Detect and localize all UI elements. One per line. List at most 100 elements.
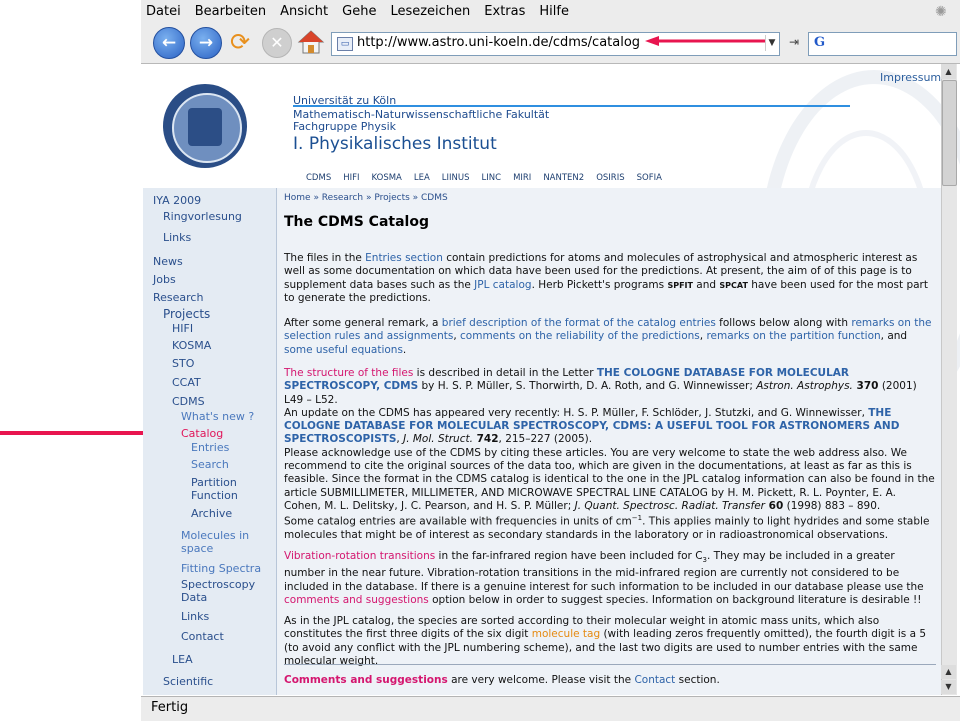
comments-link[interactable]: Comments and suggestions	[284, 674, 448, 686]
comments-suggestions-link[interactable]: comments and suggestions	[284, 594, 429, 606]
sidebar-item-partition[interactable]: Partition Function	[191, 476, 238, 502]
google-search-icon[interactable]: G	[814, 35, 832, 51]
content-divider	[284, 664, 936, 665]
home-button[interactable]	[296, 27, 326, 57]
molecule-tag-link[interactable]: molecule tag	[532, 628, 600, 640]
sidebar-item-contact[interactable]: Contact	[181, 630, 224, 643]
breadcrumb[interactable]: Home » Research » Projects » CDMS	[284, 193, 448, 203]
sidebar-item-partition-line1: Partition	[191, 476, 237, 489]
text: (1998) 883 – 890.	[783, 499, 881, 512]
scroll-down-icon[interactable]: ▼	[941, 680, 956, 694]
sidebar-item-spectroscopy[interactable]: Spectroscopy Data	[181, 578, 255, 604]
sidebar-item-archive[interactable]: Archive	[191, 507, 232, 520]
volume: 742	[472, 433, 499, 446]
sidebar-item-ringvorlesung[interactable]: Ringvorlesung	[163, 210, 242, 223]
sidebar-item-spectroscopy-line2: Data	[181, 591, 208, 604]
scroll-up-icon[interactable]: ▲	[941, 64, 956, 79]
sidebar-item-molecules-line1: Molecules in	[181, 529, 250, 542]
journal-name: J. Quant. Spectrosc. Radiat. Transfer	[574, 499, 765, 512]
impressum-link[interactable]: Impressum	[880, 71, 941, 84]
back-button[interactable]: ←	[153, 27, 185, 59]
text: follows below along with	[715, 317, 852, 329]
superscript: −1	[631, 514, 643, 522]
topnav-linc[interactable]: LINC	[482, 173, 502, 183]
text: . Herb Pickett's programs	[531, 278, 668, 291]
go-button[interactable]: ⇥	[785, 33, 803, 51]
topnav-liinus[interactable]: LIINUS	[442, 173, 470, 183]
sidebar-item-kosma[interactable]: KOSMA	[172, 339, 211, 352]
text: option below in order to suggest species…	[428, 593, 922, 606]
menu-hilfe[interactable]: Hilfe	[539, 4, 569, 22]
entries-section-link[interactable]: Entries section	[365, 252, 443, 264]
sidebar-item-molecules-line2: space	[181, 542, 214, 555]
topnav-hifi[interactable]: HIFI	[343, 173, 359, 183]
sidebar-item-iya[interactable]: IYA 2009	[153, 194, 201, 207]
sidebar-item-molecules[interactable]: Molecules in space	[181, 529, 249, 555]
sidebar-item-projects[interactable]: Projects	[163, 307, 210, 321]
url-dropdown-icon[interactable]: ▼	[765, 35, 778, 51]
topnav-kosma[interactable]: KOSMA	[372, 173, 402, 183]
url-text[interactable]: http://www.astro.uni-koeln.de/cdms/catal…	[357, 35, 640, 50]
journal-name: J. Mol. Struct.	[403, 433, 473, 446]
menu-ansicht[interactable]: Ansicht	[280, 4, 328, 22]
partition-function-link[interactable]: remarks on the partition function	[706, 330, 880, 342]
site-favicon-icon: ▭	[337, 37, 353, 51]
topnav-miri[interactable]: MIRI	[513, 173, 531, 183]
text: .	[402, 343, 407, 356]
header-divider	[293, 105, 850, 107]
menu-lesezeichen[interactable]: Lesezeichen	[390, 4, 470, 22]
sidebar-item-catalog[interactable]: Catalog	[181, 427, 223, 440]
contact-link[interactable]: Contact	[634, 674, 675, 686]
sidebar-item-search[interactable]: Search	[191, 458, 229, 471]
group-name[interactable]: Fachgruppe Physik	[293, 120, 396, 133]
useful-equations-link[interactable]: some useful equations	[284, 344, 403, 356]
topnav-sofia[interactable]: SOFIA	[637, 173, 662, 183]
throbber-icon: ✺	[935, 4, 947, 20]
comments-paragraph: Comments and suggestions are very welcom…	[284, 674, 936, 687]
volume: 60	[765, 499, 784, 512]
topnav-nanten2[interactable]: NANTEN2	[543, 173, 584, 183]
sidebar-item-spectroscopy-line1: Spectroscopy	[181, 578, 256, 591]
reload-button[interactable]: ⟳	[226, 28, 254, 56]
jpl-catalog-link[interactable]: JPL catalog	[474, 279, 531, 291]
sidebar-item-links[interactable]: Links	[163, 231, 191, 244]
reliability-link[interactable]: comments on the reliability of the predi…	[460, 330, 700, 342]
menu-extras[interactable]: Extras	[484, 4, 525, 22]
text: An update on the CDMS has appeared very …	[284, 406, 869, 419]
scrollbar-thumb[interactable]	[942, 80, 957, 186]
volume: 370	[852, 380, 879, 393]
structure-of-files-link[interactable]: The structure of the files	[284, 367, 413, 379]
reload-icon: ⟳	[229, 28, 251, 56]
sidebar-item-news[interactable]: News	[153, 255, 183, 268]
sidebar-item-cdms[interactable]: CDMS	[172, 395, 205, 408]
topnav-cdms[interactable]: CDMS	[306, 173, 331, 183]
stop-button[interactable]: ✕	[262, 28, 292, 58]
text: , and	[880, 330, 908, 343]
forward-button[interactable]: →	[190, 27, 222, 59]
menu-datei[interactable]: Datei	[146, 4, 181, 22]
sidebar-item-entries[interactable]: Entries	[191, 441, 229, 454]
sidebar-item-sto[interactable]: STO	[172, 357, 194, 370]
sidebar-item-whatsnew[interactable]: What's new ?	[181, 410, 254, 423]
sidebar-item-research[interactable]: Research	[153, 291, 203, 304]
sidebar-item-hifi[interactable]: HIFI	[172, 322, 193, 335]
page-title: The CDMS Catalog	[284, 214, 429, 230]
sidebar-item-ccat[interactable]: CCAT	[172, 376, 201, 389]
topnav-osiris[interactable]: OSIRIS	[596, 173, 624, 183]
sidebar-item-jobs[interactable]: Jobs	[153, 273, 176, 286]
arrow-left-icon: ←	[161, 33, 177, 53]
institute-title[interactable]: I. Physikalisches Institut	[293, 134, 497, 154]
vibration-rotation-link[interactable]: Vibration-rotation transitions	[284, 550, 435, 562]
sidebar-item-links2[interactable]: Links	[181, 610, 209, 623]
topnav-lea[interactable]: LEA	[414, 173, 430, 183]
menu-bearbeiten[interactable]: Bearbeiten	[195, 4, 266, 22]
menu-gehe[interactable]: Gehe	[342, 4, 376, 22]
sidebar-item-lea[interactable]: LEA	[172, 653, 193, 666]
format-description-link[interactable]: brief description of the format of the c…	[442, 317, 716, 329]
scroll-up-small-icon[interactable]: ▲	[941, 665, 956, 679]
status-bar	[141, 696, 960, 721]
wavenumber-paragraph: Some catalog entries are available with …	[284, 512, 936, 542]
sidebar-item-scientific[interactable]: Scientific	[163, 675, 213, 688]
sidebar-item-fitting[interactable]: Fitting Spectra	[181, 562, 261, 575]
text: is described in detail in the Letter	[413, 367, 597, 379]
